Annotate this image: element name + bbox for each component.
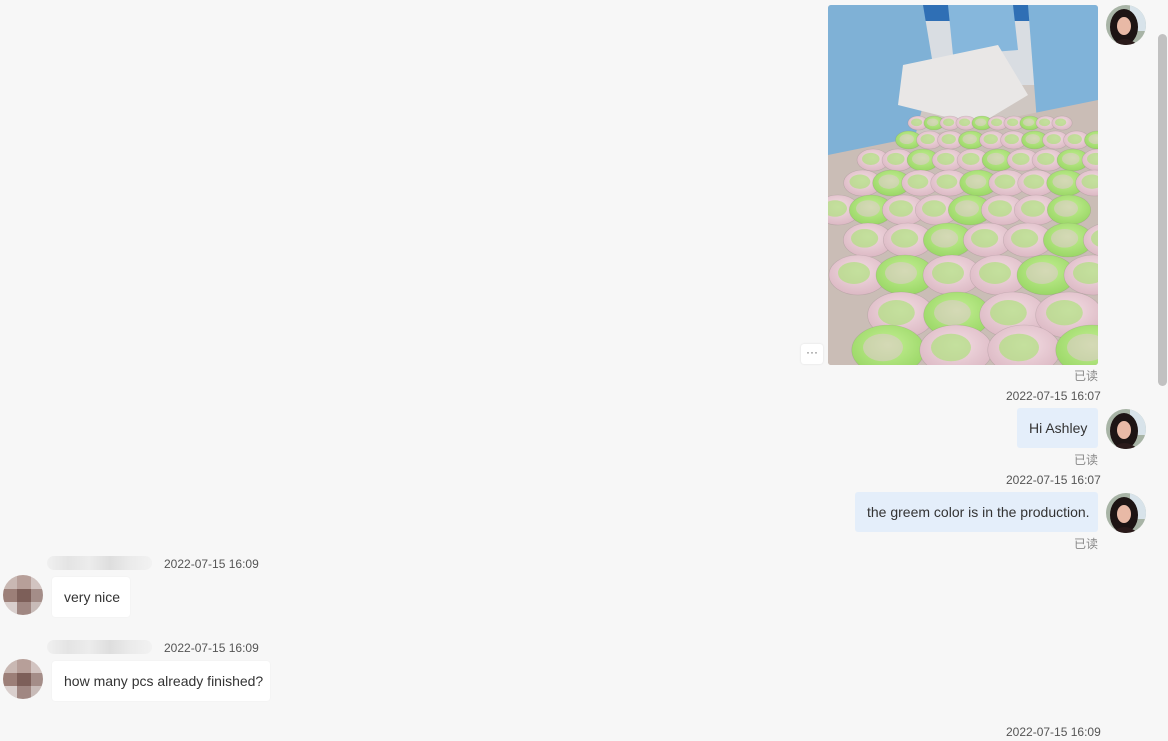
bath-bomb-pattern — [959, 118, 971, 127]
bath-bomb-pattern — [1012, 152, 1030, 165]
read-status: 已读 — [1074, 369, 1099, 383]
bath-bomb-pattern — [907, 174, 929, 189]
bath-bomb-pattern — [885, 262, 917, 284]
bath-bomb-pattern — [987, 152, 1005, 165]
bath-bomb-pattern — [941, 134, 956, 145]
production-photo — [828, 5, 1098, 365]
bath-bomb-pattern — [889, 200, 913, 217]
bath-bomb-pattern — [931, 333, 971, 362]
message-timestamp: 2022-07-15 16:09 — [1006, 725, 1101, 739]
user-avatar-icon — [1106, 5, 1146, 45]
message-bubble-outgoing[interactable]: the greem color is in the production. — [855, 492, 1098, 532]
bath-bomb-pattern — [1007, 118, 1019, 127]
bath-bomb-pattern — [1037, 152, 1055, 165]
bath-bomb-pattern — [878, 300, 915, 326]
bath-bomb-pattern — [1023, 174, 1045, 189]
avatar-contact[interactable] — [3, 659, 43, 699]
bath-bomb-pattern — [1054, 200, 1078, 217]
bath-bomb-pattern — [912, 152, 930, 165]
bath-bomb-pattern — [988, 200, 1012, 217]
avatar-contact[interactable] — [3, 575, 43, 615]
message-image[interactable] — [828, 5, 1098, 365]
bath-bomb-pattern — [887, 152, 905, 165]
message-timestamp: 2022-07-15 16:09 — [164, 641, 259, 655]
message-more-button[interactable]: ··· — [801, 344, 823, 364]
bath-bomb-pattern — [1004, 134, 1019, 145]
bath-bomb-pattern — [999, 333, 1039, 362]
bath-bomb-pattern — [891, 228, 919, 248]
avatar-self[interactable] — [1106, 409, 1146, 449]
bath-bomb-pattern — [927, 118, 939, 127]
bath-bomb-pattern — [936, 174, 958, 189]
bath-bomb-pattern — [1051, 228, 1079, 248]
contact-avatar-icon — [3, 575, 43, 615]
bath-bomb-pattern — [1046, 300, 1083, 326]
bath-bomb-pattern — [955, 200, 979, 217]
bath-bomb-pattern — [1011, 228, 1039, 248]
bath-bomb-pattern — [1023, 118, 1035, 127]
message-timestamp: 2022-07-15 16:07 — [1006, 389, 1101, 403]
bath-bomb-pattern — [971, 228, 999, 248]
bath-bomb-pattern — [863, 333, 903, 362]
bath-bomb-pattern — [1067, 134, 1082, 145]
bath-bomb-pattern — [849, 174, 871, 189]
scrollbar-thumb[interactable] — [1158, 34, 1167, 386]
bath-bomb-pattern — [934, 300, 971, 326]
bath-bomb-pattern — [937, 152, 955, 165]
bath-bomb-pattern — [838, 262, 870, 284]
read-status: 已读 — [1074, 537, 1099, 551]
message-timestamp: 2022-07-15 16:09 — [164, 557, 259, 571]
bath-bomb-pattern — [1039, 118, 1051, 127]
bath-bomb-pattern — [975, 118, 987, 127]
bath-bomb-pattern — [1052, 174, 1074, 189]
bath-bomb-pattern — [979, 262, 1011, 284]
bath-bomb-pattern — [1046, 134, 1061, 145]
bath-bomb-pattern — [943, 118, 955, 127]
bath-bomb-pattern — [1025, 134, 1040, 145]
bath-bomb-pattern — [920, 134, 935, 145]
bath-bomb-pattern — [922, 200, 946, 217]
bath-bomb-pattern — [991, 118, 1003, 127]
bath-bomb-pattern — [862, 152, 880, 165]
bath-bomb-pattern — [962, 134, 977, 145]
bath-bomb-pattern — [851, 228, 879, 248]
bath-bomb-pattern — [1026, 262, 1058, 284]
bath-bomb-pattern — [990, 300, 1027, 326]
contact-avatar-icon — [3, 659, 43, 699]
bath-bomb-pattern — [932, 262, 964, 284]
message-bubble-incoming[interactable]: very nice — [52, 577, 130, 617]
bath-bomb-pattern — [931, 228, 959, 248]
bath-bomb-pattern — [1055, 118, 1067, 127]
avatar-self[interactable] — [1106, 5, 1146, 45]
bath-bomb-pattern — [962, 152, 980, 165]
sender-name-blurred — [47, 640, 152, 654]
bath-bomb-pattern — [994, 174, 1016, 189]
sender-name-blurred — [47, 556, 152, 570]
bath-bomb-pattern — [899, 134, 914, 145]
bath-bomb-pattern — [965, 174, 987, 189]
message-bubble-outgoing[interactable]: Hi Ashley — [1017, 408, 1098, 448]
user-avatar-icon — [1106, 409, 1146, 449]
message-bubble-incoming[interactable]: how many pcs already finished? — [52, 661, 270, 701]
bath-bomb-pattern — [856, 200, 880, 217]
bath-bomb-pattern — [983, 134, 998, 145]
avatar-self[interactable] — [1106, 493, 1146, 533]
user-avatar-icon — [1106, 493, 1146, 533]
read-status: 已读 — [1074, 453, 1099, 467]
message-timestamp: 2022-07-15 16:07 — [1006, 473, 1101, 487]
bath-bomb-pattern — [878, 174, 900, 189]
bath-bomb-pattern — [911, 118, 923, 127]
bath-bomb-pattern — [1062, 152, 1080, 165]
bath-bomb-pattern — [1021, 200, 1045, 217]
